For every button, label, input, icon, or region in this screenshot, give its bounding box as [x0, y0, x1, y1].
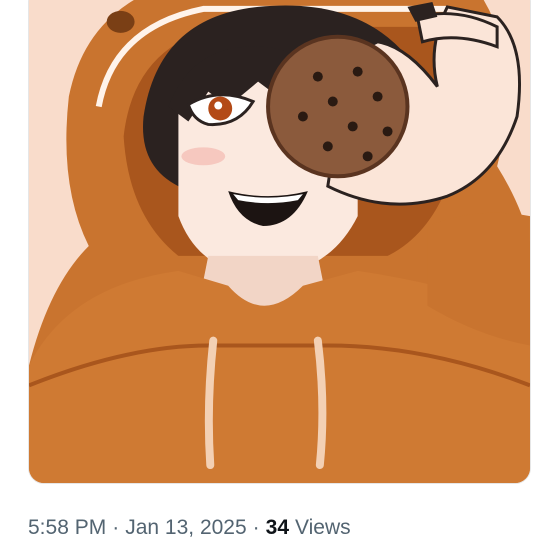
cookie: [266, 34, 410, 179]
post-timestamp-link[interactable]: 5:58 PM · Jan 13, 2025: [28, 516, 247, 540]
separator: ·: [112, 516, 120, 539]
post-media-image[interactable]: [28, 0, 531, 484]
cheek-blush: [181, 147, 226, 166]
eye-highlight: [214, 101, 223, 110]
post-time: 5:58 PM: [28, 516, 107, 539]
separator: ·: [252, 516, 260, 539]
post-metadata: 5:58 PM · Jan 13, 2025 · 34 Views: [28, 512, 351, 544]
hood-dot: [106, 10, 135, 33]
drawstring-left: [204, 336, 218, 470]
drawstring-right: [313, 336, 327, 470]
views-label: Views: [295, 516, 351, 539]
post-date: Jan 13, 2025: [125, 516, 247, 539]
anime-artwork-illustration: [29, 0, 530, 483]
views-count: 34: [265, 516, 290, 539]
